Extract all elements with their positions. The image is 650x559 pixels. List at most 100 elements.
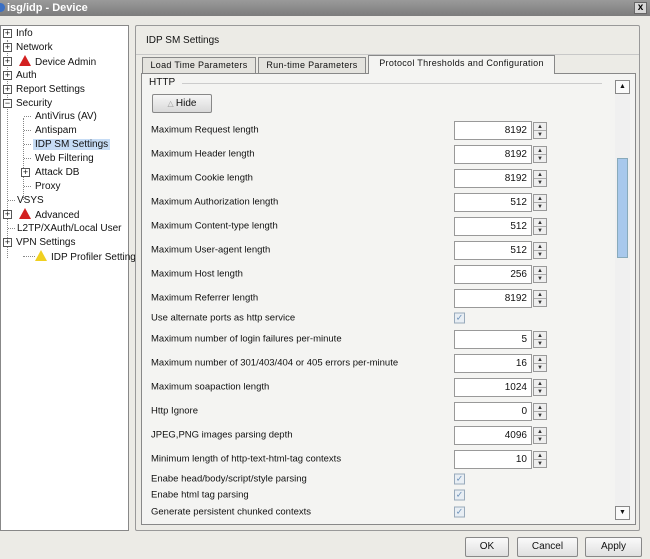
setting-input[interactable]: 256 <box>454 265 532 284</box>
spin-down-icon[interactable]: ▼ <box>534 299 546 307</box>
setting-checkbox[interactable]: ✓ <box>454 489 465 501</box>
spinner[interactable]: ▲ ▼ <box>533 242 547 259</box>
spinner[interactable]: ▲ ▼ <box>533 218 547 235</box>
spinner[interactable]: ▲ ▼ <box>533 426 547 444</box>
spinner[interactable]: ▲ ▼ <box>533 330 547 348</box>
close-button[interactable]: x <box>634 2 647 14</box>
spinner[interactable]: ▲ ▼ <box>533 146 547 163</box>
tree-item-antivirus[interactable]: AntiVirus (AV) <box>35 110 97 124</box>
scroll-down-icon[interactable]: ▼ <box>615 506 630 520</box>
setting-input[interactable]: 5 <box>454 329 532 349</box>
tree-item-security[interactable]: − Security <box>3 97 52 111</box>
spin-down-icon[interactable]: ▼ <box>534 131 546 139</box>
tab-run-time[interactable]: Run-time Parameters <box>258 57 366 73</box>
tree-item-report-settings[interactable]: + Report Settings <box>3 83 85 97</box>
spin-up-icon[interactable]: ▲ <box>534 147 546 155</box>
spin-down-icon[interactable]: ▼ <box>534 179 546 187</box>
spin-down-icon[interactable]: ▼ <box>534 275 546 283</box>
spin-up-icon[interactable]: ▲ <box>534 332 546 340</box>
setting-row: Maximum Host length 256 ▲ ▼ <box>142 262 612 286</box>
expand-icon[interactable]: + <box>3 85 12 94</box>
tree-item-vpn-settings[interactable]: + VPN Settings <box>3 236 75 250</box>
spin-up-icon[interactable]: ▲ <box>534 195 546 203</box>
setting-label: Maximum Header length <box>151 148 255 160</box>
spinner[interactable]: ▲ ▼ <box>533 378 547 396</box>
spinner[interactable]: ▲ ▼ <box>533 290 547 307</box>
tree-item-advanced[interactable]: + Advanced <box>3 208 79 222</box>
spinner[interactable]: ▲ ▼ <box>533 450 547 468</box>
tree-item-auth[interactable]: + Auth <box>3 69 37 83</box>
expand-icon[interactable]: + <box>3 29 12 38</box>
spin-up-icon[interactable]: ▲ <box>534 356 546 364</box>
spinner[interactable]: ▲ ▼ <box>533 194 547 211</box>
setting-input[interactable]: 512 <box>454 241 532 260</box>
setting-input[interactable]: 4096 <box>454 425 532 445</box>
spin-up-icon[interactable]: ▲ <box>534 123 546 131</box>
cancel-button[interactable]: Cancel <box>517 537 578 557</box>
scrollbar-thumb[interactable] <box>617 158 628 258</box>
setting-input[interactable]: 8192 <box>454 289 532 308</box>
setting-input[interactable]: 0 <box>454 401 532 421</box>
spin-down-icon[interactable]: ▼ <box>534 364 546 372</box>
spin-up-icon[interactable]: ▲ <box>534 380 546 388</box>
setting-checkbox[interactable]: ✓ <box>454 473 465 485</box>
tree-item-idp-profiler[interactable]: IDP Profiler Settings <box>35 250 141 264</box>
spin-up-icon[interactable]: ▲ <box>534 267 546 275</box>
setting-checkbox[interactable]: ✓ <box>454 312 465 324</box>
tree-item-web-filtering[interactable]: Web Filtering <box>35 152 94 166</box>
ok-button[interactable]: OK <box>465 537 509 557</box>
tree-item-proxy[interactable]: Proxy <box>35 180 61 194</box>
spin-up-icon[interactable]: ▲ <box>534 428 546 436</box>
collapse-icon[interactable]: − <box>3 99 12 108</box>
tree-item-idp-sm-settings[interactable]: IDP SM Settings <box>33 138 111 152</box>
expand-icon[interactable]: + <box>21 168 30 177</box>
spin-down-icon[interactable]: ▼ <box>534 227 546 235</box>
expand-icon[interactable]: + <box>3 71 12 80</box>
spin-down-icon[interactable]: ▼ <box>534 436 546 444</box>
setting-input[interactable]: 8192 <box>454 121 532 140</box>
tab-load-time[interactable]: Load Time Parameters <box>142 57 256 73</box>
setting-checkbox[interactable]: ✓ <box>454 506 465 518</box>
spinner[interactable]: ▲ ▼ <box>533 354 547 372</box>
setting-input[interactable]: 512 <box>454 217 532 236</box>
tree-item-network[interactable]: + Network <box>3 41 53 55</box>
spinner[interactable]: ▲ ▼ <box>533 266 547 283</box>
spin-up-icon[interactable]: ▲ <box>534 452 546 460</box>
tree-item-device-admin[interactable]: + Device Admin <box>3 55 96 69</box>
scrollbar[interactable]: ▲ ▼ <box>615 80 630 520</box>
spinner[interactable]: ▲ ▼ <box>533 170 547 187</box>
hide-button[interactable]: △ Hide <box>152 94 212 113</box>
tree-item-l2tp[interactable]: L2TP/XAuth/Local User <box>17 222 122 236</box>
spinner[interactable]: ▲ ▼ <box>533 402 547 420</box>
spin-down-icon[interactable]: ▼ <box>534 460 546 468</box>
spin-up-icon[interactable]: ▲ <box>534 291 546 299</box>
expand-icon[interactable]: + <box>3 57 12 66</box>
tree-item-attack-db[interactable]: + Attack DB <box>21 166 79 180</box>
spin-down-icon[interactable]: ▼ <box>534 340 546 348</box>
tree-item-vsys[interactable]: VSYS <box>17 194 44 208</box>
tree-item-antispam[interactable]: Antispam <box>35 124 77 138</box>
setting-input[interactable]: 8192 <box>454 145 532 164</box>
setting-input[interactable]: 1024 <box>454 377 532 397</box>
spin-down-icon[interactable]: ▼ <box>534 251 546 259</box>
spin-down-icon[interactable]: ▼ <box>534 412 546 420</box>
spin-up-icon[interactable]: ▲ <box>534 243 546 251</box>
spin-down-icon[interactable]: ▼ <box>534 388 546 396</box>
expand-icon[interactable]: + <box>3 43 12 52</box>
setting-input[interactable]: 8192 <box>454 169 532 188</box>
spin-up-icon[interactable]: ▲ <box>534 404 546 412</box>
scroll-up-icon[interactable]: ▲ <box>615 80 630 94</box>
apply-button[interactable]: Apply <box>585 537 642 557</box>
spin-up-icon[interactable]: ▲ <box>534 219 546 227</box>
setting-input[interactable]: 16 <box>454 353 532 373</box>
tab-protocol-thresholds[interactable]: Protocol Thresholds and Configuration <box>368 55 555 74</box>
spinner[interactable]: ▲ ▼ <box>533 122 547 139</box>
setting-input[interactable]: 512 <box>454 193 532 212</box>
setting-input[interactable]: 10 <box>454 449 532 469</box>
spin-down-icon[interactable]: ▼ <box>534 155 546 163</box>
spin-up-icon[interactable]: ▲ <box>534 171 546 179</box>
expand-icon[interactable]: + <box>3 238 12 247</box>
tree-item-info[interactable]: + Info <box>3 27 33 41</box>
expand-icon[interactable]: + <box>3 210 12 219</box>
spin-down-icon[interactable]: ▼ <box>534 203 546 211</box>
